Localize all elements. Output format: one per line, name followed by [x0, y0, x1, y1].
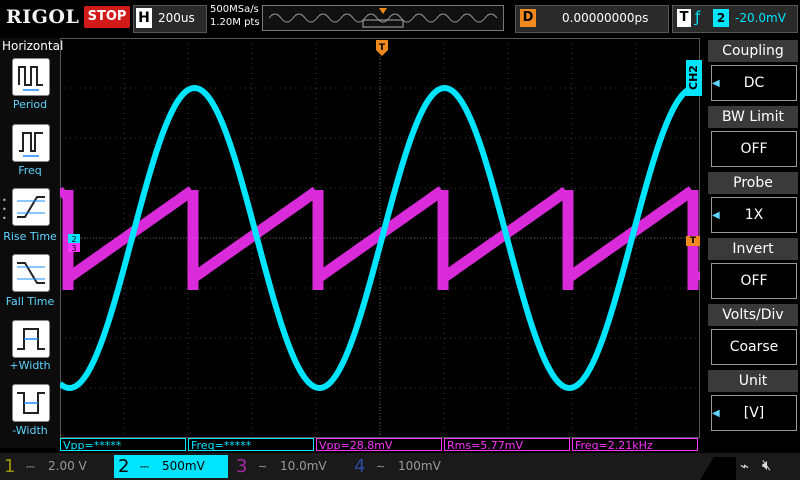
- invert-softkey[interactable]: Invert OFF: [708, 238, 798, 300]
- delay-box[interactable]: D 0.00000000ps: [515, 5, 669, 33]
- freq-button[interactable]: [12, 124, 50, 162]
- rise-time-button[interactable]: [12, 188, 50, 226]
- channel-2-offset-marker[interactable]: 2: [68, 234, 80, 244]
- notch-decoration: [700, 457, 736, 480]
- channel-3-scale: 10.0mV: [280, 459, 327, 473]
- delay-value: 0.00000000ps: [562, 11, 649, 25]
- coupling-title: Coupling: [708, 40, 798, 62]
- negative-width-label: -Width: [12, 424, 48, 437]
- fall-time-icon: [17, 262, 45, 284]
- channel-2-status[interactable]: 2 ⎓ 500mV: [114, 455, 228, 478]
- knob-arrow-icon: ◀: [712, 210, 720, 221]
- memory-depth: 1.20M pts: [210, 17, 260, 28]
- period-icon: [18, 66, 43, 91]
- channel-4-status[interactable]: 4 ∼ 100mV: [350, 455, 464, 478]
- negative-width-icon: [17, 392, 45, 414]
- knob-arrow-icon: ◀: [712, 78, 720, 89]
- period-label: Period: [12, 98, 48, 111]
- positive-width-button[interactable]: [12, 320, 50, 358]
- channel-2-menu-tag: CH2: [686, 60, 702, 96]
- speaker-mute-icon[interactable]: 🔇︎: [762, 456, 771, 474]
- knob-arrow-icon: ◀: [712, 408, 720, 419]
- timebase-label: H: [136, 8, 152, 28]
- channel-2-offset-label: 2: [71, 235, 76, 244]
- page-dots: • • •: [2, 196, 7, 223]
- bw-limit-softkey[interactable]: BW Limit OFF: [708, 106, 798, 168]
- channel-menu: Coupling DC ◀ BW Limit OFF Probe 1X ◀ In…: [704, 38, 800, 438]
- channel-2-scale: 500mV: [162, 459, 205, 473]
- freq-label: Freq: [18, 164, 42, 177]
- probe-softkey[interactable]: Probe 1X ◀: [708, 172, 798, 234]
- invert-value: OFF: [711, 263, 797, 299]
- measurement-ch2-vpp[interactable]: Vpp=*****: [60, 438, 186, 452]
- channel-2-number: 2: [118, 456, 130, 477]
- coupling-value: DC: [711, 65, 797, 101]
- memory-overview-bar[interactable]: [262, 5, 504, 31]
- channel-1-number: 1: [4, 456, 16, 477]
- horizontal-measure-menu: Horizontal Period Freq • • • Rise Time Fal…: [0, 38, 64, 448]
- channel-1-scale: 2.00 V: [48, 459, 87, 473]
- fall-time-label: Fall Time: [5, 295, 55, 308]
- bw-limit-title: BW Limit: [708, 106, 798, 128]
- delay-label: D: [520, 9, 536, 27]
- trigger-source: 2: [713, 9, 729, 27]
- rise-time-label: Rise Time: [3, 230, 57, 243]
- positive-width-label: +Width: [9, 359, 51, 372]
- unit-softkey[interactable]: Unit [V] ◀: [708, 370, 798, 432]
- dc-coupling-icon: ⎓: [26, 460, 35, 473]
- trigger-level: -20.0mV: [735, 11, 786, 25]
- waveform-display[interactable]: T 23: [56, 38, 704, 438]
- channel-3-offset-marker[interactable]: 3: [68, 243, 80, 253]
- measurement-ch2-freq[interactable]: Freq=*****: [188, 438, 314, 452]
- channel-3-status[interactable]: 3 ∼ 10.0mV: [232, 455, 346, 478]
- timebase-value: 200us: [158, 11, 195, 25]
- channel-1-status[interactable]: 1 ⎓ 2.00 V: [0, 455, 110, 478]
- top-status-bar: RIGOL STOP H 200us 500MSa/s 1.20M pts D …: [0, 0, 800, 38]
- volts-div-title: Volts/Div: [708, 304, 798, 326]
- trigger-position-marker: [379, 8, 387, 14]
- measurement-ch3-rms[interactable]: Rms=5.77mV: [444, 438, 570, 452]
- trigger-label: T: [677, 9, 691, 27]
- dc-coupling-icon: ⎓: [140, 460, 149, 473]
- measurement-ch3-freq[interactable]: Freq=2.21kHz: [572, 438, 698, 452]
- frequency-icon: [19, 132, 43, 157]
- channel-3-offset-label: 3: [71, 244, 76, 253]
- channel-3-number: 3: [236, 456, 248, 477]
- run-stop-indicator[interactable]: STOP: [84, 6, 130, 28]
- volts-div-softkey[interactable]: Volts/Div Coarse: [708, 304, 798, 366]
- menu-title: Horizontal: [2, 39, 64, 53]
- period-button[interactable]: [12, 58, 50, 96]
- ac-coupling-icon: ∼: [376, 460, 386, 473]
- invert-title: Invert: [708, 238, 798, 260]
- measurement-bar: Vpp=***** Freq=***** Vpp=28.8mV Rms=5.77…: [60, 438, 704, 452]
- rigol-logo: RIGOL: [6, 6, 80, 28]
- positive-width-icon: [17, 328, 45, 350]
- volts-div-value: Coarse: [711, 329, 797, 365]
- fall-time-button[interactable]: [12, 254, 50, 292]
- measurement-ch3-vpp[interactable]: Vpp=28.8mV: [316, 438, 442, 452]
- unit-title: Unit: [708, 370, 798, 392]
- usb-icon: ⌁: [740, 457, 750, 475]
- acquisition-info: 500MSa/s 1.20M pts: [210, 3, 260, 29]
- probe-title: Probe: [708, 172, 798, 194]
- probe-value: 1X: [711, 197, 797, 233]
- sample-rate: 500MSa/s: [210, 4, 259, 15]
- memory-waveform-preview: [268, 8, 498, 28]
- trigger-box[interactable]: T ƒ 2 -20.0mV: [672, 5, 798, 33]
- negative-width-button[interactable]: [12, 384, 50, 422]
- rise-time-icon: [17, 196, 45, 218]
- channel-4-number: 4: [354, 456, 366, 477]
- coupling-softkey[interactable]: Coupling DC ◀: [708, 40, 798, 102]
- channel-4-scale: 100mV: [398, 459, 441, 473]
- waveform-canvas: T 23: [56, 38, 704, 438]
- bw-limit-value: OFF: [711, 131, 797, 167]
- trigger-time-label: T: [379, 43, 386, 53]
- rising-edge-icon: ƒ: [695, 8, 701, 26]
- channel-status-bar: 1 ⎓ 2.00 V 2 ⎓ 500mV 3 ∼ 10.0mV 4 ∼ 100m…: [0, 453, 800, 480]
- ac-coupling-icon: ∼: [258, 460, 268, 473]
- unit-value: [V]: [711, 395, 797, 431]
- trigger-level-marker[interactable]: T: [686, 236, 700, 246]
- timebase-box[interactable]: H 200us: [133, 5, 207, 33]
